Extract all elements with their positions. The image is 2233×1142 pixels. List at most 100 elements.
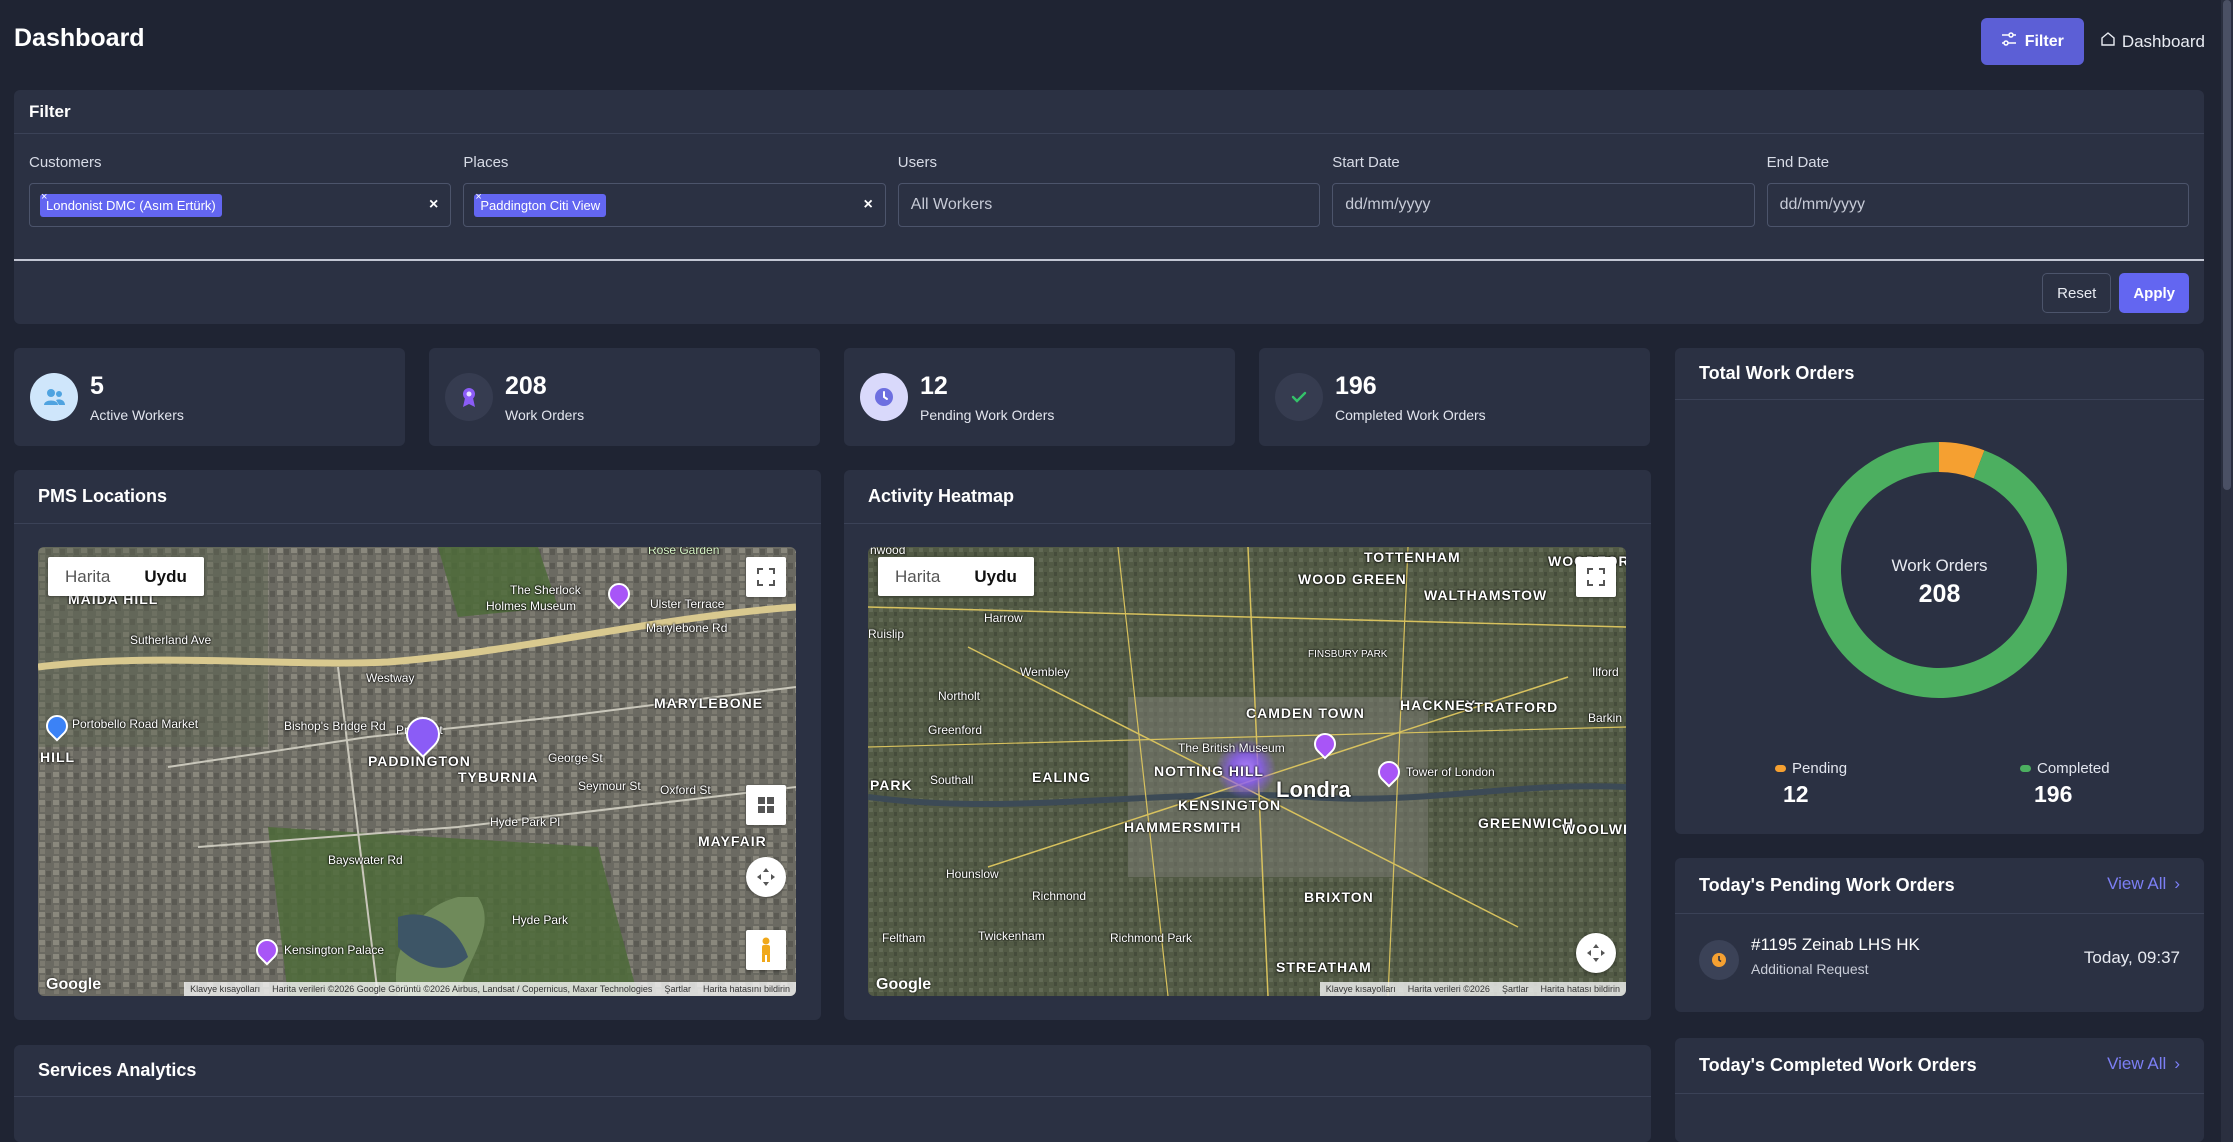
map-type-control: Harita Uydu <box>878 557 1034 596</box>
legend-item-completed[interactable]: Completed 196 <box>2020 760 2110 808</box>
stat-text: 12 Pending Work Orders <box>920 371 1054 423</box>
report-error-link[interactable]: Harita hatası bildirin <box>1540 984 1620 994</box>
map-label: GREENWICH <box>1478 815 1575 831</box>
reset-button[interactable]: Reset <box>2042 273 2112 313</box>
map-label: WOOLWIC <box>1562 821 1626 837</box>
map-label: Tower of London <box>1406 765 1495 779</box>
map-data-credit: Harita verileri ©2026 Google Görüntü ©20… <box>272 984 653 994</box>
map-label: PARK <box>870 777 913 793</box>
activity-heatmap-map[interactable]: TOTTENHAM WOODFOR WOOD GREEN WALTHAMSTOW… <box>868 547 1626 996</box>
scrollbar-thumb[interactable] <box>2223 0 2231 490</box>
google-logo: Google <box>46 976 102 993</box>
stat-card-active-workers: 5 Active Workers <box>14 348 405 446</box>
start-date-input[interactable]: dd/mm/yyyy <box>1332 183 1755 227</box>
fullscreen-icon[interactable] <box>1576 557 1616 597</box>
map-label: HAMMERSMITH <box>1124 819 1242 835</box>
stat-card-pending-work-orders: 12 Pending Work Orders <box>844 348 1235 446</box>
check-icon <box>1275 373 1323 421</box>
places-clear-icon[interactable]: × <box>863 196 872 214</box>
end-date-label: End Date <box>1766 154 1830 171</box>
filter-panel: Filter Customers × Londonist DMC (Asım E… <box>14 90 2204 324</box>
map-label: Marylebone Rd <box>646 621 728 635</box>
pms-locations-map[interactable]: Rose Garden The Sherlock Holmes Museum U… <box>38 547 796 996</box>
map-label: George St <box>548 751 603 765</box>
map-label: NOTTING HILL <box>1154 763 1264 779</box>
places-field-group: Places × Paddington Citi View × <box>463 154 886 227</box>
map-attribution: Klavye kısayolları Harita verileri ©2026… <box>1319 982 1626 996</box>
legend-label: Completed <box>2037 760 2110 777</box>
pending-view-all-link[interactable]: View All › <box>2107 874 2180 894</box>
users-select-value: All Workers <box>910 196 993 213</box>
map-label: Ruislip <box>868 627 905 641</box>
top-actions: Filter Dashboard <box>1980 18 2205 65</box>
end-date-field-group: End Date dd/mm/yyyy <box>1766 154 2189 227</box>
pms-locations-panel: PMS Locations Rose Garden The Sherlock H… <box>14 470 821 1020</box>
customer-chip[interactable]: × Londonist DMC (Asım Ertürk) <box>40 191 222 217</box>
dashboard-link[interactable]: Dashboard <box>2100 31 2205 52</box>
map-type-control: Harita Uydu <box>48 557 204 596</box>
place-chip[interactable]: × Paddington Citi View <box>474 191 607 217</box>
terms-link[interactable]: Şartlar <box>664 984 691 994</box>
map-label-city: Londra <box>1276 777 1351 802</box>
users-select[interactable]: All Workers <box>897 183 1321 227</box>
places-select[interactable]: × Paddington Citi View × <box>463 183 886 227</box>
customers-select[interactable]: × Londonist DMC (Asım Ertürk) × <box>29 183 452 227</box>
street-view-pegman-icon[interactable] <box>746 930 786 970</box>
map-type-harita[interactable]: Harita <box>48 557 127 596</box>
filter-toggle-button[interactable]: Filter <box>1980 18 2084 65</box>
fullscreen-icon[interactable] <box>746 557 786 597</box>
map-label: nwood <box>870 547 906 557</box>
work-order-subtitle: Additional Request <box>1751 961 1869 977</box>
map-label: HILL <box>40 749 76 765</box>
layers-grid-icon[interactable] <box>746 785 786 825</box>
legend-label: Pending <box>1792 760 1848 777</box>
stat-label: Active Workers <box>90 407 184 423</box>
pms-locations-title: PMS Locations <box>14 470 821 524</box>
services-analytics-title: Services Analytics <box>14 1045 1651 1097</box>
stat-text: 208 Work Orders <box>505 371 584 423</box>
chip-remove-icon[interactable]: × <box>475 191 481 203</box>
end-date-input[interactable]: dd/mm/yyyy <box>1766 183 2189 227</box>
map-label: Richmond Park <box>1110 931 1193 945</box>
donut-center-label: Work Orders <box>1891 556 1988 575</box>
map-type-harita[interactable]: Harita <box>878 557 957 596</box>
view-all-label: View All <box>2107 874 2167 893</box>
keyboard-shortcuts-link[interactable]: Klavye kısayolları <box>190 984 260 994</box>
donut-center-value: 208 <box>1918 580 1961 608</box>
stat-label: Completed Work Orders <box>1335 407 1486 423</box>
stat-value: 208 <box>505 372 547 400</box>
google-logo: Google <box>876 976 932 993</box>
map-data-credit: Harita verileri ©2026 <box>1407 984 1490 994</box>
pan-control-icon[interactable] <box>1576 933 1616 973</box>
pan-control-icon[interactable] <box>746 857 786 897</box>
map-label: Wembley <box>1020 665 1070 679</box>
map-label: STRATFORD <box>1464 699 1559 715</box>
legend-swatch <box>1775 765 1786 772</box>
completed-view-all-link[interactable]: View All › <box>2107 1054 2180 1074</box>
map-label: WALTHAMSTOW <box>1424 587 1548 603</box>
map-label: The British Museum <box>1178 741 1285 755</box>
sliders-icon <box>2001 31 2017 52</box>
legend-item-pending[interactable]: Pending 12 <box>1775 760 1847 808</box>
terms-link[interactable]: Şartlar <box>1502 984 1529 994</box>
services-analytics-panel: Services Analytics <box>14 1045 1651 1142</box>
page-scrollbar[interactable] <box>2221 0 2233 1142</box>
list-item[interactable]: #1195 Zeinab LHS HK Additional Request T… <box>1699 933 2180 983</box>
keyboard-shortcuts-link[interactable]: Klavye kısayolları <box>1326 984 1396 994</box>
customers-clear-icon[interactable]: × <box>429 196 438 214</box>
stat-text: 5 Active Workers <box>90 371 184 423</box>
map-type-uydu[interactable]: Uydu <box>127 557 204 596</box>
customers-field-group: Customers × Londonist DMC (Asım Ertürk) … <box>29 154 452 227</box>
map-label: Seymour St <box>578 779 641 793</box>
report-error-link[interactable]: Harita hatasını bildirin <box>703 984 790 994</box>
map-label: Hyde Park <box>512 913 569 927</box>
stat-label: Pending Work Orders <box>920 407 1055 423</box>
map-label: Greenford <box>928 723 983 737</box>
chip-remove-icon[interactable]: × <box>41 191 47 203</box>
places-label: Places <box>463 154 509 171</box>
apply-button[interactable]: Apply <box>2119 273 2189 313</box>
filter-actions: Reset Apply <box>2042 273 2189 313</box>
work-order-title: #1195 Zeinab LHS HK <box>1751 935 1920 954</box>
map-type-uydu[interactable]: Uydu <box>957 557 1034 596</box>
customer-chip-label: Londonist DMC (Asım Ertürk) <box>46 197 216 213</box>
